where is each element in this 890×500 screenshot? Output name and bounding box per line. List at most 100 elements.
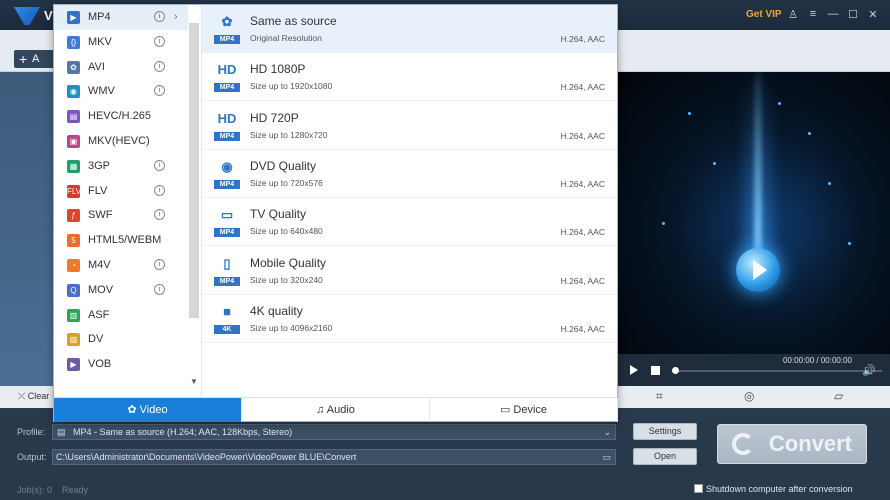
- format-item-dv[interactable]: ▨ DV: [54, 327, 188, 352]
- shutdown-option[interactable]: Shutdown computer after conversion: [694, 484, 853, 494]
- preset-title: Same as source: [250, 14, 337, 28]
- film-reel-icon: ✿: [127, 404, 137, 416]
- format-item-flv[interactable]: FLV FLV i: [54, 179, 188, 204]
- preset-icon: HD MP4: [214, 61, 240, 93]
- get-vip-link[interactable]: Get VIP: [746, 9, 782, 20]
- particle: [662, 222, 665, 225]
- info-icon[interactable]: i: [154, 35, 165, 47]
- folder-icon[interactable]: ▱: [834, 389, 843, 403]
- seek-handle[interactable]: [672, 367, 679, 374]
- preset-item[interactable]: HD MP4 HD 1080P Size up to 1920x1080 H.264, …: [202, 53, 617, 102]
- devices-icon: ▭: [499, 404, 511, 416]
- format-item-vob[interactable]: ▶ VOB: [54, 352, 188, 377]
- preset-resolution: Size up to 720x576: [250, 177, 323, 188]
- particle: [778, 102, 781, 105]
- chevron-right-icon: ›: [174, 11, 178, 23]
- format-item-asf[interactable]: ▥ ASF: [54, 303, 188, 328]
- format-item-mp4[interactable]: ▶ MP4 i ›: [54, 5, 188, 30]
- clear-button[interactable]: ⤫ Clear: [18, 391, 49, 402]
- preset-codec: H.264, AAC: [560, 178, 605, 189]
- preset-resolution: Size up to 640x480: [250, 226, 323, 237]
- close-icon[interactable]: ✕: [866, 8, 880, 21]
- seek-bar[interactable]: [674, 370, 882, 372]
- info-icon[interactable]: i: [154, 85, 165, 97]
- plus-icon: +: [19, 51, 28, 67]
- preset-item[interactable]: HD MP4 HD 720P Size up to 1280x720 H.264, AA…: [202, 102, 617, 150]
- format-item-hevc-h-265[interactable]: ▤ HEVC/H.265: [54, 104, 188, 129]
- preset-item[interactable]: ✿ MP4 Same as source Original Resolution H.2…: [202, 5, 617, 53]
- volume-icon[interactable]: 🔊: [862, 364, 876, 377]
- info-icon[interactable]: i: [154, 283, 165, 295]
- minimize-icon[interactable]: —: [826, 8, 840, 20]
- preset-glyph-icon: ◉: [221, 158, 233, 174]
- format-label: AVI: [88, 60, 105, 73]
- tab-device[interactable]: ▭ Device: [430, 398, 618, 422]
- crop-icon[interactable]: ⌗: [656, 389, 663, 404]
- particle: [828, 182, 831, 185]
- preset-item[interactable]: ◉ MP4 DVD Quality Size up to 720x576 H.264, …: [202, 150, 617, 198]
- format-icon: {}: [67, 35, 80, 49]
- convert-button[interactable]: Convert: [717, 424, 867, 464]
- format-item-html5-webm[interactable]: 5 HTML5/WEBM: [54, 228, 188, 253]
- clear-icon: ⤫: [18, 391, 26, 401]
- preset-title: DVD Quality: [250, 158, 317, 173]
- preset-item[interactable]: ▭ MP4 TV Quality Size up to 640x480 H.264, A…: [202, 198, 617, 247]
- app-logo-icon: [14, 7, 40, 25]
- format-item-mov[interactable]: Q MOV i: [54, 278, 188, 303]
- convert-label: Convert: [768, 431, 852, 456]
- preset-item[interactable]: ■ 4K 4K quality Size up to 4096x2160 H.264, …: [202, 295, 617, 343]
- info-icon[interactable]: i: [154, 60, 165, 72]
- preset-codec: H.264, AAC: [560, 275, 605, 286]
- open-button[interactable]: Open: [633, 448, 697, 465]
- format-icon: ▶: [67, 11, 80, 24]
- list-scrollbar[interactable]: [189, 23, 199, 318]
- user-icon[interactable]: ♙: [786, 8, 800, 21]
- preview-play-icon[interactable]: [736, 248, 780, 292]
- preset-glyph-icon: ▯: [223, 255, 231, 271]
- preset-glyph-icon: ✿: [221, 14, 233, 29]
- preset-codec: H.264, AAC: [560, 34, 605, 44]
- camera-icon[interactable]: ◎: [744, 389, 754, 403]
- format-item-mkv-hevc-[interactable]: ▣ MKV(HEVC): [54, 129, 188, 154]
- menu-icon[interactable]: ≡: [806, 8, 820, 20]
- format-item-avi[interactable]: ✿ AVI i: [54, 55, 188, 80]
- scroll-down-arrow-icon[interactable]: ▼: [190, 377, 198, 386]
- preset-format-tag: MP4: [214, 179, 240, 189]
- info-icon[interactable]: i: [154, 209, 165, 221]
- add-files-button[interactable]: + A: [14, 50, 58, 68]
- format-item-3gp[interactable]: ▦ 3GP i: [54, 154, 188, 179]
- preset-format-tag: MP4: [214, 35, 240, 44]
- player-tools: ⌗ ◎ ▱: [618, 386, 890, 408]
- browse-folder-icon[interactable]: ▭: [602, 450, 611, 464]
- info-icon[interactable]: i: [154, 11, 165, 22]
- info-icon[interactable]: i: [154, 184, 165, 196]
- output-label: Output:: [17, 452, 47, 462]
- status-text: Ready: [62, 485, 89, 495]
- tab-audio[interactable]: ♫ Audio: [242, 398, 430, 422]
- format-icon: FLV: [67, 184, 82, 198]
- preset-item[interactable]: ▯ MP4 Mobile Quality Size up to 320x240 H.26…: [202, 247, 617, 295]
- format-item-m4v[interactable]: ◔ M4V i: [54, 253, 188, 278]
- format-category-list: ▶ MP4 i › {} MKV i ✿ AVI i ◉ WMV i ▤ HEVC/H.265 ▣ MKV(HE…: [54, 5, 202, 397]
- format-icon: ▶: [67, 358, 80, 372]
- output-path-field[interactable]: C:\Users\Administrator\Documents\VideoPo…: [52, 449, 616, 465]
- format-item-mkv[interactable]: {} MKV i: [54, 30, 188, 55]
- preset-resolution: Size up to 1920x1080: [250, 81, 333, 92]
- format-item-swf[interactable]: ƒ SWF i: [54, 203, 188, 228]
- stop-icon[interactable]: [651, 366, 660, 375]
- maximize-icon[interactable]: ☐: [846, 8, 860, 21]
- particle: [688, 112, 691, 115]
- play-icon[interactable]: [630, 365, 638, 375]
- settings-button[interactable]: Settings: [633, 423, 697, 440]
- format-item-wmv[interactable]: ◉ WMV i: [54, 79, 188, 104]
- format-label: MP4: [88, 11, 111, 23]
- status-bar: Job(s): 0 Ready: [17, 485, 88, 495]
- shutdown-checkbox[interactable]: [694, 484, 703, 493]
- format-tabs: ✿ Video ♫ Audio ▭ Device: [54, 397, 618, 422]
- profile-select[interactable]: ▤ MP4 - Same as source (H.264; AAC, 128K…: [52, 424, 616, 440]
- info-icon[interactable]: i: [154, 159, 165, 171]
- shutdown-label: Shutdown computer after conversion: [706, 484, 853, 494]
- info-icon[interactable]: i: [154, 258, 165, 270]
- app-title: V: [44, 8, 53, 23]
- tab-video[interactable]: ✿ Video: [54, 398, 242, 422]
